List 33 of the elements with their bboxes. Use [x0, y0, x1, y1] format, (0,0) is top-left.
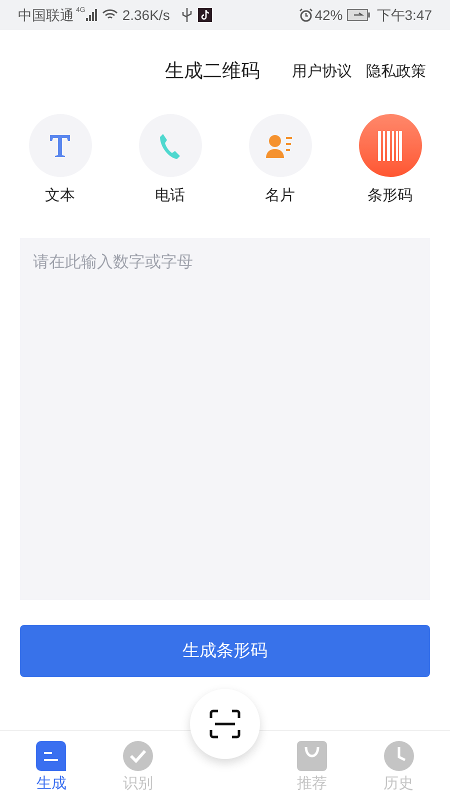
clock-text: 下午3:47: [376, 6, 432, 24]
type-option[interactable]: 名片: [225, 114, 335, 208]
policy-link[interactable]: 隐私政策: [366, 60, 426, 84]
person-card-icon: [266, 134, 294, 158]
usb-icon: [182, 8, 192, 22]
generate-button[interactable]: 生成条形码: [20, 624, 430, 676]
page-title: 生成二维码: [165, 60, 260, 84]
bag-icon: [296, 741, 327, 771]
input-field[interactable]: 请在此输入数字或字母: [20, 238, 430, 600]
battery-percent-text: 42%: [314, 6, 343, 24]
phone-icon: [159, 132, 181, 158]
barcode-icon: [378, 130, 402, 160]
battery-icon: [346, 9, 371, 21]
type-label: 名片: [265, 186, 295, 206]
speed-text: 2.36K/s: [122, 6, 170, 24]
check-circle-icon: [123, 741, 154, 771]
signal-icon: [86, 9, 98, 21]
type-label: 条形码: [368, 186, 412, 206]
scan-icon: [208, 709, 241, 739]
music-note-icon: [198, 8, 212, 22]
type-option[interactable]: 条形码: [335, 114, 445, 208]
nav-tab[interactable]: 生成: [8, 731, 95, 796]
alarm-icon: [298, 8, 313, 22]
wifi-icon: [102, 9, 118, 21]
letter-t-icon: [48, 132, 72, 158]
type-option[interactable]: 电话: [115, 114, 225, 208]
carrier-text: 中国联通: [18, 6, 74, 24]
policy-link[interactable]: 用户协议: [292, 60, 352, 84]
document-icon: [36, 741, 66, 771]
type-label: 文本: [45, 186, 75, 206]
clock-icon: [384, 741, 414, 771]
type-option[interactable]: 文本: [5, 114, 115, 208]
type-label: 电话: [155, 186, 185, 206]
